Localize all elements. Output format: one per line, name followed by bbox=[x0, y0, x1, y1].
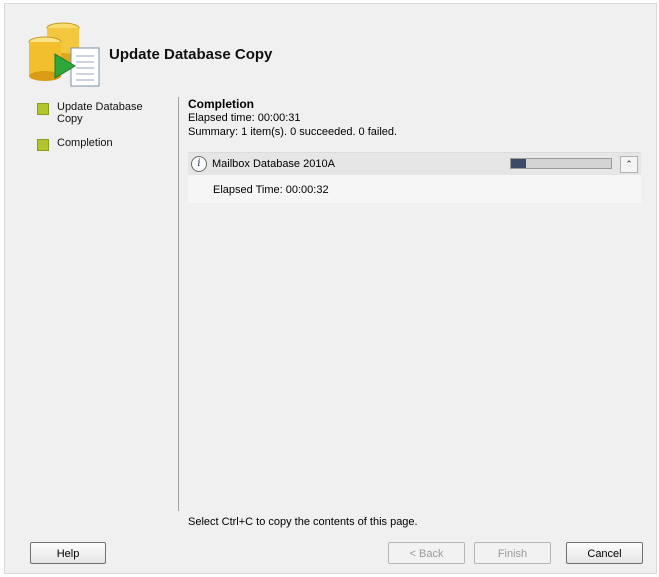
task-progress-bar bbox=[510, 158, 612, 169]
step-label: Update Database Copy bbox=[57, 101, 143, 125]
nav-divider bbox=[178, 97, 179, 511]
wizard-title: Update Database Copy bbox=[109, 46, 273, 63]
copy-hint: Select Ctrl+C to copy the contents of th… bbox=[188, 516, 418, 528]
cancel-button[interactable]: Cancel bbox=[566, 542, 643, 564]
double-chevron-up-icon[interactable]: ⌃ bbox=[620, 156, 638, 173]
summary: Summary: 1 item(s). 0 succeeded. 0 faile… bbox=[188, 126, 398, 138]
wizard-header: Update Database Copy bbox=[5, 4, 656, 92]
task-elapsed-time: Elapsed Time: 00:00:32 bbox=[213, 184, 329, 196]
help-button[interactable]: Help bbox=[30, 542, 106, 564]
step-bullet-icon bbox=[37, 103, 49, 115]
back-button[interactable]: < Back bbox=[388, 542, 465, 564]
section-title: Completion bbox=[188, 97, 254, 111]
wizard-steps: Update Database Copy Completion bbox=[5, 96, 177, 512]
task-row[interactable]: i Mailbox Database 2010A ⌃ bbox=[188, 152, 641, 175]
step-bullet-icon bbox=[37, 139, 49, 151]
info-icon: i bbox=[191, 156, 207, 172]
task-detail: Elapsed Time: 00:00:32 bbox=[188, 175, 641, 203]
task-name: Mailbox Database 2010A bbox=[212, 158, 335, 170]
wizard-window: Update Database Copy Update Database Cop… bbox=[4, 3, 657, 574]
step-update-database-copy: Update Database Copy bbox=[37, 101, 153, 125]
step-completion: Completion bbox=[37, 137, 153, 151]
step-label: Completion bbox=[57, 137, 113, 149]
finish-button[interactable]: Finish bbox=[474, 542, 551, 564]
database-update-icon bbox=[28, 22, 100, 87]
elapsed-time: Elapsed time: 00:00:31 bbox=[188, 112, 301, 124]
progress-fill bbox=[511, 159, 526, 168]
